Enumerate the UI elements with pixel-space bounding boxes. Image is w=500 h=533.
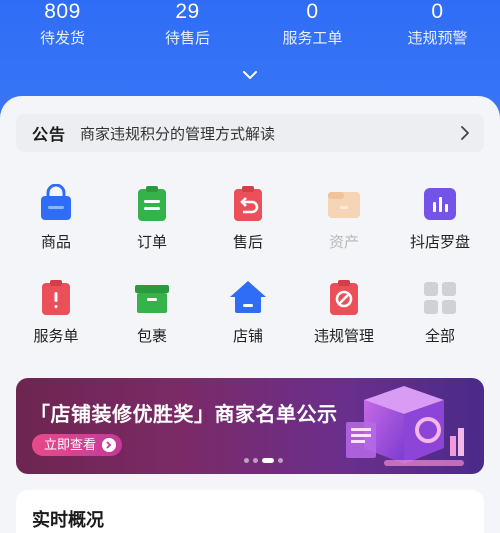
grid-item-assets[interactable]: 资产: [304, 184, 384, 252]
chevron-down-icon[interactable]: [241, 68, 259, 82]
carousel-indicator[interactable]: [244, 458, 283, 463]
realtime-title: 实时概况: [32, 510, 104, 530]
after-sales-icon: [234, 186, 262, 221]
banner-illustration: [346, 386, 464, 466]
order-clipboard-icon: [138, 186, 166, 221]
grid-item-all[interactable]: 全部: [400, 278, 480, 346]
grid-item-label: 抖店罗盘: [409, 234, 470, 251]
stat-label: 待售后: [164, 30, 210, 47]
violation-icon: [330, 280, 358, 315]
grid-item-label: 包裹: [136, 328, 167, 345]
grid-item-orders[interactable]: 订单: [112, 184, 192, 252]
view-now-label: 立即查看: [44, 437, 97, 452]
stat-value: 0: [306, 0, 319, 23]
grid-item-packages[interactable]: 包裹: [112, 278, 192, 346]
announcement-bar[interactable]: 公告 商家违规积分的管理方式解读: [16, 114, 484, 152]
grid-item-store[interactable]: 店铺: [208, 278, 288, 346]
stat-pending-shipment[interactable]: 809 待发货: [0, 0, 125, 58]
wallet-icon: [328, 192, 360, 218]
grid-item-products[interactable]: 商品: [16, 184, 96, 252]
shopping-bag-icon: [41, 184, 71, 220]
carousel-dot-active[interactable]: [262, 458, 274, 463]
view-now-button[interactable]: 立即查看: [32, 434, 123, 456]
promo-banner[interactable]: 「店铺装修优胜奖」商家名单公示 立即查看: [16, 378, 484, 474]
grid-item-label: 违规管理: [313, 328, 374, 345]
chevron-right-icon: [461, 126, 469, 140]
stat-value: 29: [175, 0, 200, 23]
grid-item-label: 售后: [232, 234, 263, 251]
stats-row: 809 待发货 29 待售后 0 服务工单 0 违规预警: [0, 0, 500, 58]
stat-value: 0: [431, 0, 444, 23]
store-home-icon: [230, 281, 266, 313]
carousel-dot[interactable]: [278, 458, 283, 463]
grid-item-label: 订单: [136, 234, 167, 251]
grid-item-label: 资产: [328, 234, 359, 251]
stat-violation-warnings[interactable]: 0 违规预警: [375, 0, 500, 58]
stat-label: 待发货: [39, 30, 85, 47]
realtime-overview-card: 实时概况: [16, 490, 484, 533]
grid-item-compass[interactable]: 抖店罗盘: [400, 184, 480, 252]
grid-item-label: 店铺: [232, 328, 263, 345]
grid-item-label: 全部: [424, 328, 455, 345]
announcement-tag: 公告: [32, 127, 67, 144]
grid-item-after-sales[interactable]: 售后: [208, 184, 288, 252]
grid-item-label: 服务单: [33, 328, 79, 345]
stat-value: 809: [44, 0, 81, 23]
stat-service-tickets[interactable]: 0 服务工单: [250, 0, 375, 58]
carousel-dot[interactable]: [244, 458, 249, 463]
stat-label: 违规预警: [407, 30, 468, 47]
arrow-right-icon: [102, 438, 117, 452]
announcement-text: 商家违规积分的管理方式解读: [80, 125, 276, 143]
grid-item-service-orders[interactable]: 服务单: [16, 278, 96, 346]
service-ticket-icon: [42, 280, 70, 315]
carousel-dot[interactable]: [253, 458, 258, 463]
banner-title: 「店铺装修优胜奖」商家名单公示: [30, 404, 338, 426]
package-box-icon: [135, 285, 169, 313]
stat-pending-after-sales[interactable]: 29 待售后: [125, 0, 250, 58]
grid-item-label: 商品: [40, 234, 71, 251]
main-panel: 公告 商家违规积分的管理方式解读 商品 订单 售后 资产 抖店罗盘 服务单 包裹…: [0, 96, 500, 533]
stat-label: 服务工单: [282, 30, 343, 47]
bar-chart-icon: [424, 188, 456, 220]
grid-item-violation-management[interactable]: 违规管理: [304, 278, 384, 346]
all-apps-icon: [424, 282, 456, 314]
